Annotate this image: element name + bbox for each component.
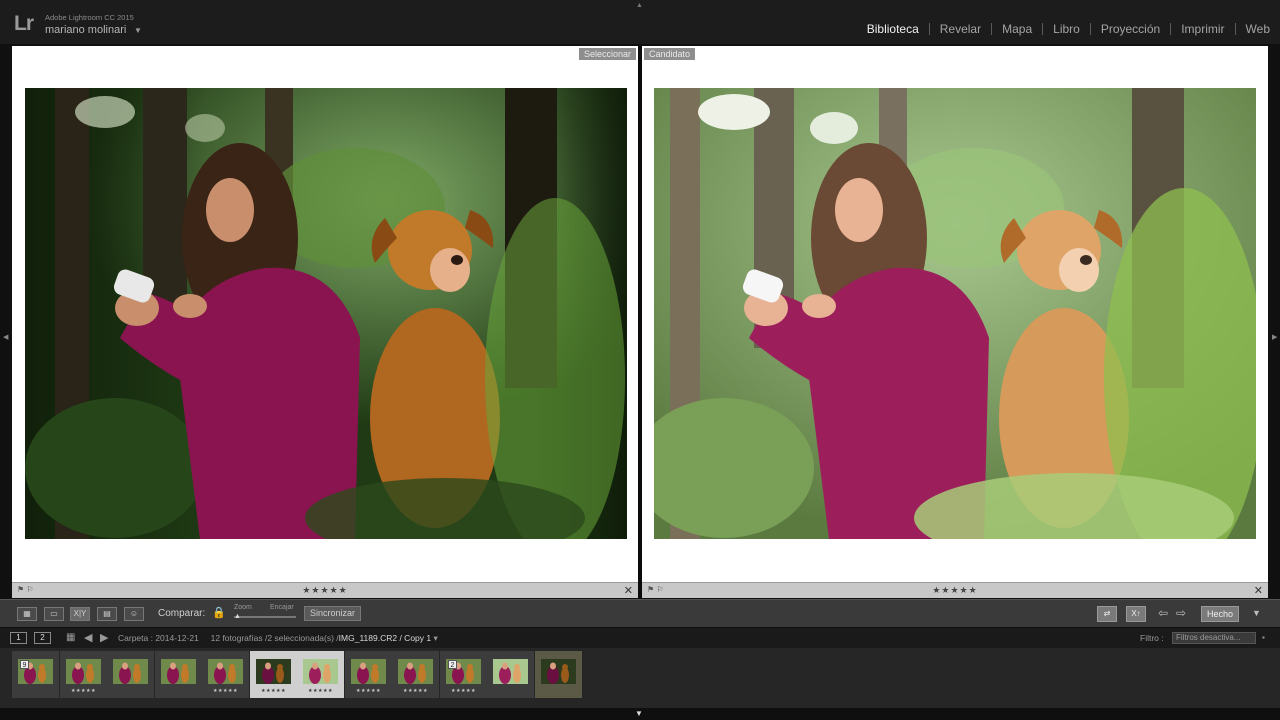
thumbnail-image — [113, 659, 148, 684]
thumbnail-rating: ★★★★★ — [308, 688, 333, 694]
loupe-view-icon[interactable]: ▭ — [44, 607, 64, 621]
lock-icon[interactable]: ▪ — [1262, 633, 1265, 642]
swap-icon[interactable]: ⇄ — [1097, 606, 1117, 622]
module-proyeccion[interactable]: Proyección — [1091, 22, 1170, 36]
thumbnail-image — [66, 659, 101, 684]
left-panel-expand-icon[interactable]: ◀ — [3, 333, 8, 341]
filmstrip-thumbnail[interactable] — [155, 651, 202, 698]
thumbnail-image — [161, 659, 196, 684]
module-picker: Biblioteca Revelar Mapa Libro Proyección… — [857, 22, 1270, 36]
module-biblioteca[interactable]: Biblioteca — [857, 22, 929, 36]
stack-count-badge[interactable]: 9 — [20, 660, 29, 669]
fit-label: Encajar — [270, 604, 294, 611]
thumbnail-rating: ★★★★★ — [261, 688, 286, 694]
grid-view-icon[interactable]: ▦ — [17, 607, 37, 621]
done-button[interactable]: Hecho — [1201, 606, 1239, 622]
second-window-button[interactable]: 2 — [34, 632, 51, 644]
lightroom-logo: Lr — [14, 12, 34, 35]
thumbnail-rating: ★★★★★ — [356, 688, 381, 694]
select-pane-footer: ⚑ ⚐ ★★★★★ ✕ — [12, 582, 638, 598]
close-icon[interactable]: ✕ — [1254, 584, 1263, 597]
filmstrip-thumbnail[interactable]: ★★★★★ — [202, 651, 249, 698]
thumbnail-rating: ★★★★★ — [451, 688, 476, 694]
top-panel-collapse-icon[interactable]: ▲ — [636, 2, 643, 9]
candidate-pane[interactable]: Candidato — [642, 46, 1268, 582]
close-icon[interactable]: ✕ — [624, 584, 633, 597]
thumbnail-image — [303, 659, 338, 684]
arrow-right-icon[interactable]: ▶ — [100, 631, 108, 644]
identity-plate-bar: Lr Adobe Lightroom CC 2015 mariano molin… — [0, 0, 1280, 44]
candidate-photo[interactable] — [654, 88, 1256, 539]
filmstrip-thumbnail[interactable] — [487, 651, 534, 698]
compare-view-icon[interactable]: X|Y — [70, 607, 90, 621]
right-panel-expand-icon[interactable]: ▶ — [1272, 333, 1277, 341]
filmstrip: 9 ★★★★★ ★★★★★ ★★★★★ ★★★★★ ★★★★★ ★★★★★ 2 ★★★★★ — [0, 648, 1280, 708]
thumbnail-image — [256, 659, 291, 684]
stack-count-badge[interactable]: 2 — [448, 660, 457, 669]
module-imprimir[interactable]: Imprimir — [1171, 22, 1234, 36]
filmstrip-thumbnail[interactable]: ★★★★★ — [250, 651, 297, 698]
thumbnail-rating: ★★★★★ — [213, 688, 238, 694]
module-mapa[interactable]: Mapa — [992, 22, 1042, 36]
arrow-left-icon[interactable]: ⇦ — [1158, 606, 1168, 620]
chevron-down-icon[interactable]: ▼ — [1252, 608, 1261, 618]
filmstrip-thumbnail[interactable] — [107, 651, 154, 698]
arrow-left-icon[interactable]: ◀ — [84, 631, 92, 644]
chevron-down-icon[interactable]: ▾ — [434, 633, 438, 643]
survey-view-icon[interactable]: ▤ — [97, 607, 117, 621]
arrow-right-icon[interactable]: ⇨ — [1176, 606, 1186, 620]
app-name: Adobe Lightroom CC 2015 — [45, 13, 134, 22]
select-label: Seleccionar — [578, 48, 636, 60]
filmstrip-thumbnail[interactable]: 9 — [12, 651, 59, 698]
filmstrip-thumbnail[interactable] — [535, 651, 582, 698]
thumbnail-rating: ★★★★★ — [71, 688, 96, 694]
sync-button[interactable]: Sincronizar — [304, 606, 361, 621]
select-rating[interactable]: ★★★★★ — [12, 585, 638, 596]
thumbnail-image — [398, 659, 433, 684]
lock-icon[interactable]: 🔒 — [212, 606, 226, 619]
module-revelar[interactable]: Revelar — [930, 22, 991, 36]
make-select-icon[interactable]: X↑ — [1126, 606, 1146, 622]
photo-count: 12 fotografías /2 seleccionada(s) / — [210, 633, 339, 643]
thumbnail-rating: ★★★★★ — [403, 688, 428, 694]
people-view-icon[interactable]: ☺ — [124, 607, 144, 621]
compare-label: Comparar: — [158, 608, 206, 619]
chevron-down-icon[interactable]: ▼ — [134, 26, 142, 35]
zoom-slider-thumb[interactable]: ▲ — [234, 613, 241, 620]
thumbnail-image — [208, 659, 243, 684]
filmstrip-thumbnail[interactable]: 2 ★★★★★ — [440, 651, 487, 698]
main-window-button[interactable]: 1 — [10, 632, 27, 644]
filmstrip-header: 1 2 ▦ ◀ ▶ Carpeta : 2014-12-21 12 fotogr… — [0, 628, 1280, 648]
filmstrip-thumbnail[interactable]: ★★★★★ — [60, 651, 107, 698]
module-web[interactable]: Web — [1236, 22, 1270, 36]
user-name[interactable]: mariano molinari — [45, 24, 126, 36]
toolbar: ▦ ▭ X|Y ▤ ☺ Comparar: 🔒 Zoom Encajar ▲ S… — [0, 599, 1280, 627]
folder-label: Carpeta : 2014-12-21 — [118, 633, 199, 643]
thumbnail-image — [493, 659, 528, 684]
thumbnail-image — [351, 659, 386, 684]
candidate-pane-footer: ⚑ ⚐ ★★★★★ ✕ — [642, 582, 1268, 598]
select-photo[interactable] — [25, 88, 627, 539]
select-pane[interactable]: Seleccionar — [12, 46, 638, 582]
bottom-panel-collapse-icon[interactable]: ▼ — [635, 709, 643, 718]
module-libro[interactable]: Libro — [1043, 22, 1090, 36]
current-filename: IMG_1189.CR2 / Copy 1 — [338, 633, 432, 643]
filmstrip-source[interactable]: Carpeta : 2014-12-21 12 fotografías /2 s… — [118, 633, 438, 644]
zoom-label: Zoom — [234, 604, 252, 611]
filmstrip-thumbnail[interactable]: ★★★★★ — [345, 651, 392, 698]
candidate-label: Candidato — [644, 48, 696, 60]
filmstrip-thumbnail[interactable]: ★★★★★ — [392, 651, 439, 698]
filter-label: Filtro : — [1140, 633, 1164, 643]
filmstrip-thumbnail[interactable]: ★★★★★ — [297, 651, 344, 698]
zoom-slider[interactable] — [234, 616, 296, 618]
filter-select[interactable]: Filtros desactiva... — [1172, 632, 1256, 644]
thumbnail-image — [541, 659, 576, 684]
grid-icon[interactable]: ▦ — [66, 632, 75, 643]
candidate-rating[interactable]: ★★★★★ — [642, 585, 1268, 596]
